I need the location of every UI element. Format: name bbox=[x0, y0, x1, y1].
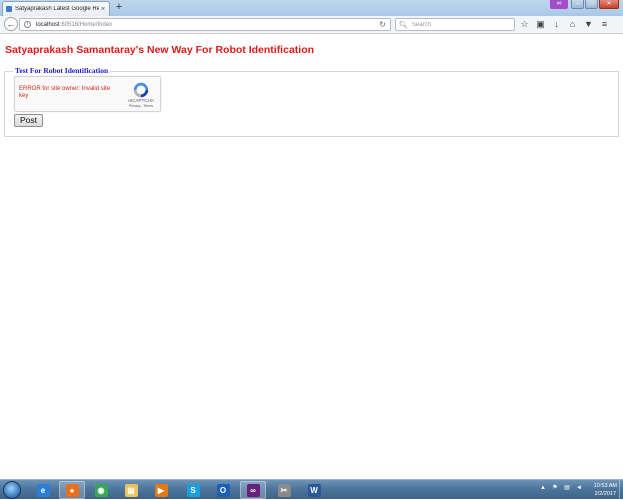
reload-icon[interactable]: ↻ bbox=[379, 20, 386, 29]
windows-taskbar: e ● ◉ ▤ ▶ S O ∞ ✂ W ▲ ⚑ ▤ ◄ 10:53 AM 2/2/2017 bbox=[0, 479, 623, 500]
firefox-icon: ● bbox=[65, 483, 79, 497]
taskbar-media-player-button[interactable]: ▶ bbox=[148, 481, 174, 499]
window-controls: – □ ✕ bbox=[571, 0, 619, 9]
show-desktop-button[interactable] bbox=[619, 480, 623, 500]
recaptcha-error-message: ERROR for site owner: Invalid site key bbox=[19, 86, 111, 99]
post-button[interactable]: Post bbox=[14, 114, 43, 127]
taskbar-tools-button[interactable]: ✂ bbox=[271, 481, 297, 499]
taskbar-firefox-button[interactable]: ● bbox=[59, 481, 85, 499]
menu-icon[interactable]: ≡ bbox=[598, 18, 611, 31]
taskbar-outlook-button[interactable]: O bbox=[210, 481, 236, 499]
navigation-toolbar: ← i localhost:60516/Home/Index ↻ 🔍︎ ☆ ▣ … bbox=[0, 16, 623, 34]
bookmark-star-icon[interactable]: ☆ bbox=[518, 18, 531, 31]
pocket-icon[interactable]: ▼ bbox=[582, 18, 595, 31]
tab-close-icon[interactable]: × bbox=[99, 6, 107, 13]
search-bar[interactable]: 🔍︎ bbox=[395, 18, 515, 31]
clock-time: 10:53 AM bbox=[593, 483, 617, 489]
site-info-icon[interactable]: i bbox=[24, 21, 31, 28]
word-icon: W bbox=[307, 483, 321, 497]
start-button[interactable] bbox=[3, 481, 21, 499]
tools-icon: ✂ bbox=[277, 483, 291, 497]
maximize-button[interactable]: □ bbox=[585, 0, 598, 9]
reading-list-icon[interactable]: ▣ bbox=[534, 18, 547, 31]
taskbar-word-button[interactable]: W bbox=[301, 481, 327, 499]
search-input[interactable] bbox=[411, 21, 512, 28]
page-title: Satyaprakash Samantaray's New Way For Ro… bbox=[5, 44, 315, 56]
visual-studio-icon: ∞ bbox=[246, 483, 260, 497]
download-icon[interactable]: ↓ bbox=[550, 18, 563, 31]
close-window-button[interactable]: ✕ bbox=[599, 0, 619, 9]
taskbar-skype-button[interactable]: S bbox=[180, 481, 206, 499]
url-path: :60516/Home/Index bbox=[59, 21, 113, 28]
taskbar-visual-studio-button[interactable]: ∞ bbox=[240, 481, 266, 499]
clock-date: 2/2/2017 bbox=[594, 491, 617, 497]
recaptcha-widget[interactable]: ERROR for site owner: Invalid site key r… bbox=[14, 76, 161, 112]
taskbar-chrome-button[interactable]: ◉ bbox=[88, 481, 114, 499]
tray-volume-icon[interactable]: ◄ bbox=[575, 484, 583, 492]
internet-explorer-icon: e bbox=[36, 483, 50, 497]
recaptcha-logo-icon bbox=[133, 82, 149, 98]
back-button[interactable]: ← bbox=[4, 17, 18, 31]
recaptcha-brand: reCAPTCHA bbox=[128, 98, 154, 103]
tab-favicon-icon bbox=[6, 6, 12, 12]
tray-expand-icon[interactable]: ▲ bbox=[539, 484, 547, 492]
skype-icon: S bbox=[186, 483, 200, 497]
home-icon[interactable]: ⌂ bbox=[566, 18, 579, 31]
tray-network-icon[interactable]: ▤ bbox=[563, 484, 571, 492]
address-bar[interactable]: i localhost:60516/Home/Index ↻ bbox=[19, 18, 391, 31]
outlook-icon: O bbox=[216, 483, 230, 497]
toolbar-icons: ☆ ▣ ↓ ⌂ ▼ ≡ bbox=[518, 18, 611, 31]
file-explorer-icon: ▤ bbox=[124, 483, 138, 497]
media-player-icon: ▶ bbox=[154, 483, 168, 497]
url-host: localhost bbox=[36, 21, 60, 28]
browser-tab[interactable]: Satyaprakash Latest Google Re... × bbox=[2, 1, 110, 16]
tab-title: Satyaprakash Latest Google Re... bbox=[15, 6, 99, 12]
fieldset-legend: Test For Robot Identification bbox=[13, 66, 111, 75]
recaptcha-privacy-terms-link[interactable]: Privacy - Terms bbox=[122, 104, 160, 108]
tray-flag-icon[interactable]: ⚑ bbox=[551, 484, 559, 492]
system-tray: ▲ ⚑ ▤ ◄ bbox=[539, 484, 583, 492]
new-tab-button[interactable]: + bbox=[113, 2, 125, 14]
window-title-bar: Satyaprakash Latest Google Re... × + ∞ –… bbox=[0, 0, 623, 16]
taskbar-internet-explorer-button[interactable]: e bbox=[30, 481, 56, 499]
search-icon: 🔍︎ bbox=[399, 21, 408, 29]
minimize-button[interactable]: – bbox=[571, 0, 584, 9]
chrome-icon: ◉ bbox=[94, 483, 108, 497]
taskbar-clock[interactable]: 10:53 AM 2/2/2017 bbox=[594, 482, 617, 498]
taskbar-file-explorer-button[interactable]: ▤ bbox=[118, 481, 144, 499]
private-browsing-icon: ∞ bbox=[550, 0, 568, 9]
